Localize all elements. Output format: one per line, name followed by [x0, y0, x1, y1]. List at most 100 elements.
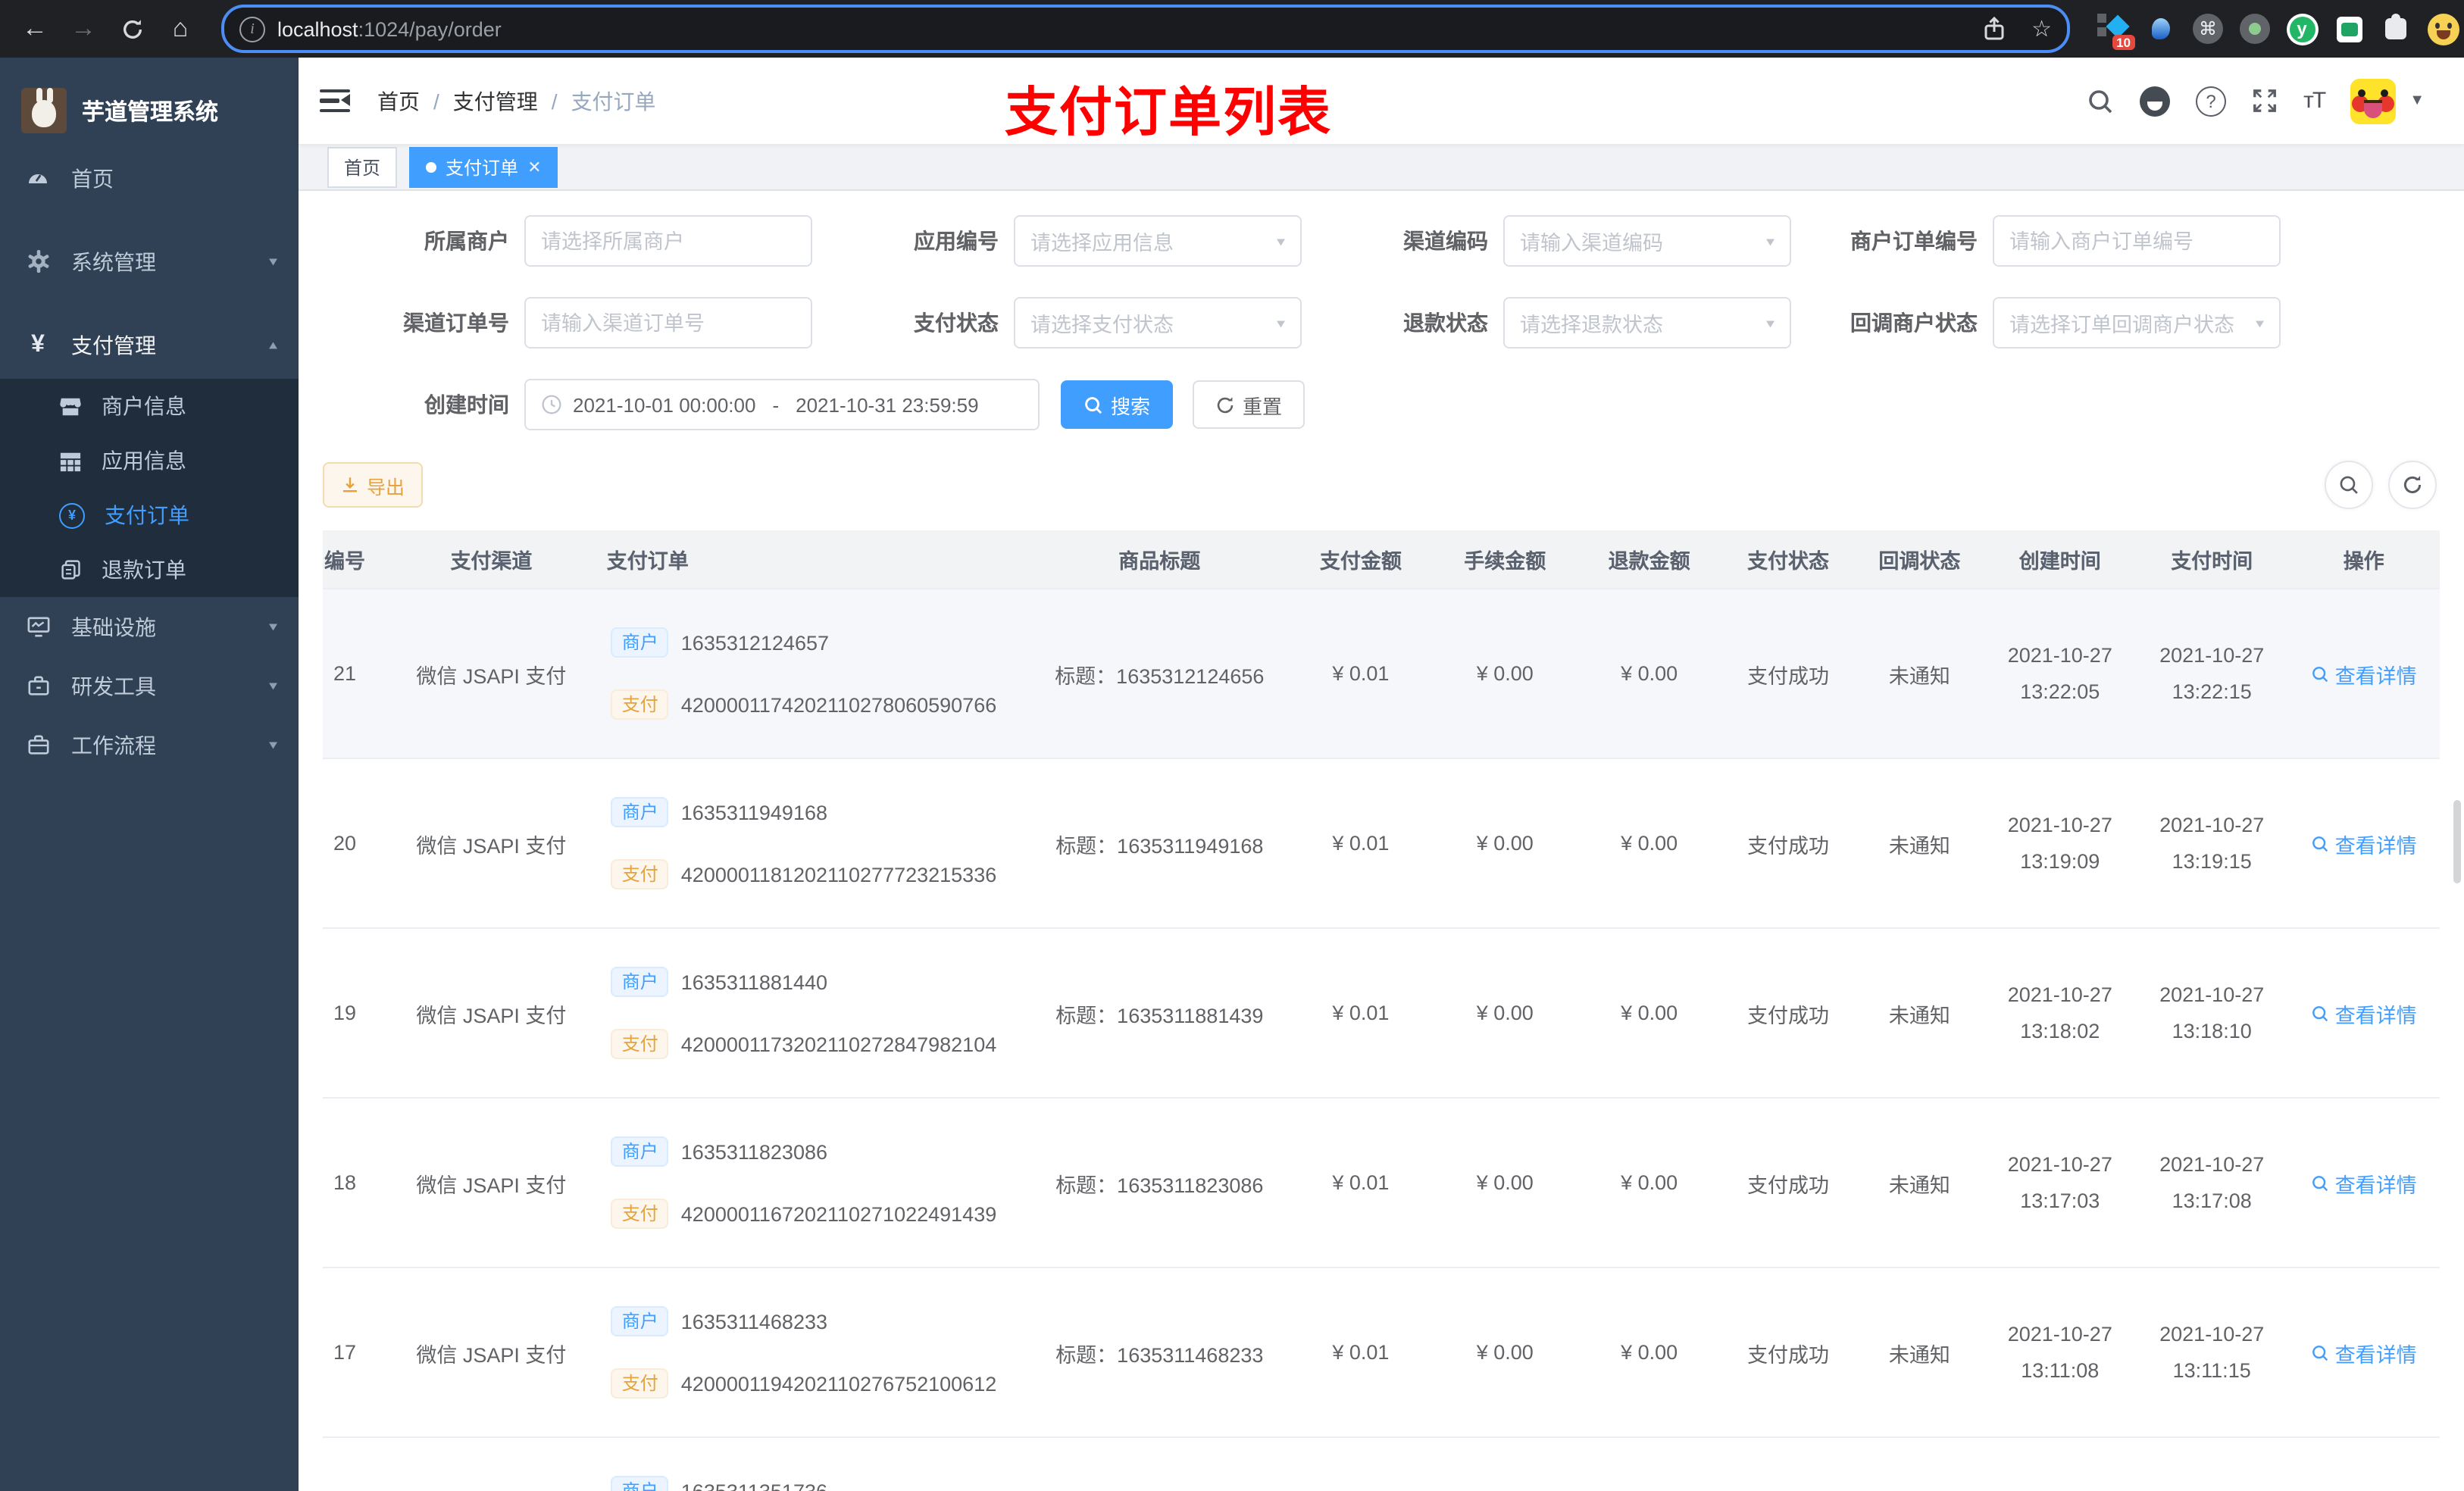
filter-label-pay-status: 支付状态 — [914, 311, 999, 335]
extension-puzzle-icon[interactable] — [2379, 12, 2412, 45]
font-size-icon[interactable]: тT — [2303, 88, 2326, 114]
extension-command-icon[interactable]: ⌘ — [2191, 12, 2225, 45]
pay-status-select[interactable]: 请选择支付状态 ▾ — [1014, 297, 1302, 349]
extension-pixel-diamond-icon[interactable]: 10 — [2097, 12, 2135, 50]
view-detail-link[interactable]: 查看详情 — [2311, 828, 2417, 858]
cell-title: 标题：1635311949168 — [1030, 758, 1289, 928]
cell-order: 商户 1635311823086 支付 42000011672021102710… — [605, 1097, 1030, 1268]
channel-code-select[interactable]: 请输入渠道编码 ▾ — [1503, 215, 1791, 267]
export-button[interactable]: 导出 — [323, 462, 424, 508]
table-row: 21 微信 JSAPI 支付 商户 1635312124657 支付 42000… — [323, 588, 2440, 758]
sidebar-item-home[interactable]: 首页 — [0, 144, 299, 212]
cell-title: 标题：1635311881439 — [1030, 927, 1289, 1098]
cell-pay-status: 支付成功 — [1721, 588, 1856, 758]
sidebar-item-pay-order[interactable]: ¥ 支付订单 — [0, 488, 299, 542]
pay-tag: 支付 — [611, 859, 669, 889]
notify-status-select[interactable]: 请选择订单回调商户状态 ▾ — [1993, 297, 2281, 349]
reset-button[interactable]: 重置 — [1193, 380, 1305, 429]
chevron-up-icon: ▴ — [268, 338, 277, 353]
pay-order-no: 4200001194202110276752100612 — [680, 1372, 997, 1395]
breadcrumb-pay[interactable]: 支付管理 — [453, 86, 538, 116]
extension-avatar-emoji-icon[interactable] — [2426, 12, 2459, 45]
sidebar-item-app-info[interactable]: 应用信息 — [0, 433, 299, 488]
tab-pay-order[interactable]: 支付订单 ✕ — [409, 146, 558, 187]
bookmark-star-icon[interactable]: ☆ — [2031, 15, 2052, 42]
browser-forward-icon[interactable]: → — [64, 9, 103, 48]
grid-icon — [59, 449, 82, 472]
filter-label-refund-status: 退款状态 — [1403, 311, 1488, 335]
col-pay-time: 支付时间 — [2136, 530, 2288, 589]
extension-record-icon[interactable] — [2238, 12, 2272, 45]
cell-actions: 查看详情 — [2287, 588, 2440, 758]
help-icon[interactable]: ? — [2196, 86, 2227, 116]
search-icon[interactable] — [2087, 87, 2114, 114]
sidebar-item-infrastructure[interactable]: 基础设施 ▾ — [0, 597, 299, 656]
breadcrumb-home[interactable]: 首页 — [377, 86, 420, 116]
cell-fee-amount: ¥ 0.00 — [1433, 927, 1578, 1098]
toolbox-icon — [26, 674, 50, 698]
orders-table: 编号 支付渠道 支付订单 商品标题 支付金额 手续金额 退款金额 支付状态 回调… — [323, 530, 2440, 1491]
sidebar-item-workflow[interactable]: 工作流程 ▾ — [0, 715, 299, 774]
view-detail-link[interactable]: 查看详情 — [2311, 658, 2417, 689]
tags-view-bar: 首页 支付订单 ✕ — [299, 144, 2464, 191]
merchant-input[interactable] — [524, 215, 812, 267]
dashboard-icon — [26, 166, 50, 190]
share-icon[interactable] — [1983, 17, 2004, 41]
col-id: 编号 — [323, 530, 378, 589]
page-header: 首页 / 支付管理 / 支付订单 支付订单列表 ? тT ▼ — [299, 58, 2464, 144]
view-detail-link[interactable]: 查看详情 — [2311, 1337, 2417, 1368]
extension-chat-icon[interactable] — [2332, 12, 2366, 45]
sidebar-item-merchant-info[interactable]: 商户信息 — [0, 379, 299, 433]
browser-back-icon[interactable]: ← — [15, 9, 55, 48]
app-title: 芋道管理系统 — [82, 99, 219, 125]
github-icon[interactable] — [2140, 86, 2171, 116]
merchant-tag: 商户 — [611, 797, 669, 827]
cell-pay-amount — [1288, 1436, 1434, 1491]
sidebar-item-system[interactable]: 系统管理 ▾ — [0, 227, 299, 295]
cell-notify-status: 未通知 — [1855, 758, 1984, 928]
collapse-sidebar-icon[interactable] — [320, 89, 350, 113]
view-detail-link[interactable]: 查看详情 — [2311, 1167, 2417, 1198]
page-title: 支付订单列表 — [1005, 83, 1333, 142]
cell-pay-status — [1721, 1436, 1856, 1491]
tab-home[interactable]: 首页 — [327, 146, 398, 187]
refresh-table-button[interactable] — [2388, 461, 2437, 509]
show-search-button[interactable] — [2325, 461, 2373, 509]
magnifier-icon — [2312, 1175, 2328, 1191]
sidebar-item-refund-order[interactable]: 退款订单 — [0, 542, 299, 597]
breadcrumb: 首页 / 支付管理 / 支付订单 — [377, 86, 656, 116]
cell-order: 商户 1635311468233 支付 42000011942021102767… — [605, 1267, 1030, 1437]
cell-notify-status — [1855, 1436, 1984, 1491]
sidebar-item-pay[interactable]: ¥ 支付管理 ▴ — [0, 311, 299, 379]
refund-status-select[interactable]: 请选择退款状态 ▾ — [1503, 297, 1791, 349]
close-icon[interactable]: ✕ — [527, 157, 541, 177]
app-select[interactable]: 请选择应用信息 ▾ — [1014, 215, 1302, 267]
extension-badge: 10 — [2112, 34, 2135, 50]
search-button[interactable]: 搜索 — [1061, 380, 1174, 429]
pay-order-no: 4200001174202110278060590766 — [680, 693, 997, 716]
channel-order-no-input[interactable] — [524, 297, 812, 349]
address-bar[interactable]: i localhost:1024/pay/order ☆ — [221, 5, 2070, 53]
url-text[interactable]: localhost:1024/pay/order — [277, 17, 1956, 40]
fullscreen-icon[interactable] — [2252, 88, 2278, 114]
scrollbar-thumb[interactable] — [2453, 800, 2461, 883]
chevron-down-icon[interactable]: ▼ — [2409, 92, 2425, 109]
browser-home-icon[interactable]: ⌂ — [161, 9, 200, 48]
sidebar-item-dev-tools[interactable]: 研发工具 ▾ — [0, 656, 299, 715]
site-info-icon[interactable]: i — [239, 16, 265, 42]
merchant-order-no-input[interactable] — [1993, 215, 2281, 267]
view-detail-link[interactable]: 查看详情 — [2311, 998, 2417, 1028]
filter-label-channel-order-no: 渠道订单号 — [403, 311, 509, 335]
monitor-icon — [26, 614, 50, 639]
extension-balloon-icon[interactable] — [2144, 12, 2178, 45]
col-refund-amount: 退款金额 — [1577, 530, 1721, 589]
search-icon — [2340, 476, 2358, 494]
avatar[interactable] — [2350, 78, 2397, 123]
create-time-range-picker[interactable]: 2021-10-01 00:00:00 - 2021-10-31 23:59:5… — [524, 379, 1040, 430]
browser-reload-icon[interactable] — [112, 9, 152, 48]
cell-pay-time: 2021-10-27 13:11:15 — [2136, 1267, 2288, 1437]
extension-y-icon[interactable]: y — [2285, 12, 2319, 45]
app-logo[interactable]: 芋道管理系统 — [0, 58, 299, 135]
search-icon — [1085, 396, 1102, 414]
cell-notify-status: 未通知 — [1855, 588, 1984, 758]
